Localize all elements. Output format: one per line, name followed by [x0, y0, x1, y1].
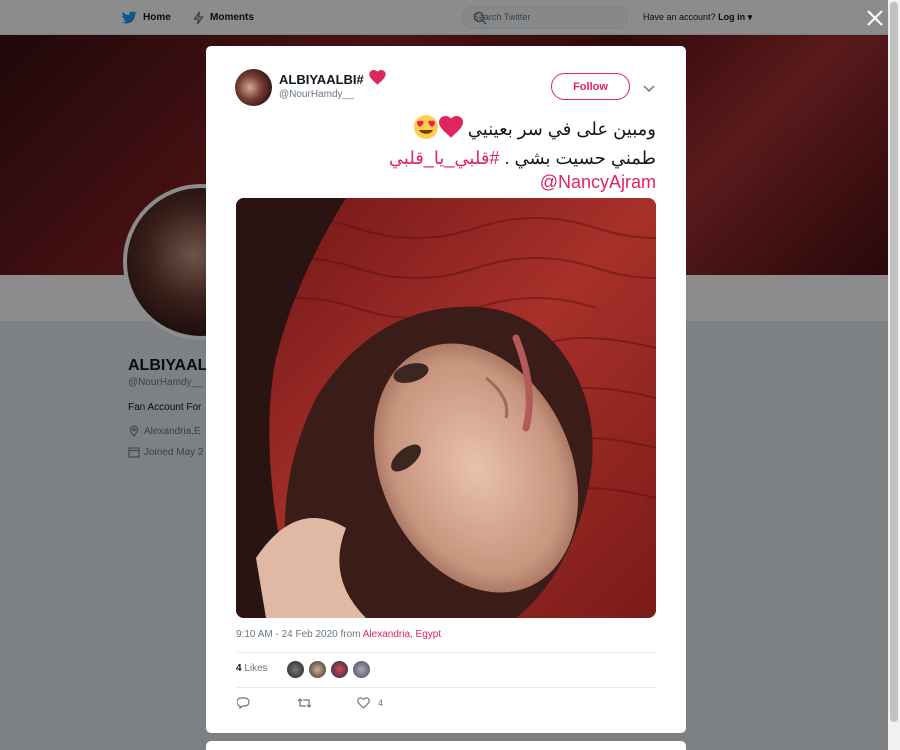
scrollbar[interactable]: [888, 0, 900, 750]
chevron-down-icon[interactable]: [643, 80, 655, 98]
heart-icon: [438, 116, 463, 144]
divider: [236, 652, 656, 653]
like-count: 4: [378, 698, 384, 708]
tweet-text-line-1: ومبين على في سر بعينيي: [236, 114, 656, 146]
reply-button[interactable]: [237, 697, 250, 709]
scrollbar-thumb[interactable]: [890, 2, 898, 722]
divider: [236, 687, 656, 688]
liker-avatar[interactable]: [286, 660, 305, 679]
retweet-button[interactable]: [297, 697, 312, 709]
tweet-text-line-3: @NancyAjram: [236, 170, 656, 194]
liker-avatar[interactable]: [352, 660, 371, 679]
follow-button[interactable]: Follow: [551, 73, 630, 100]
next-tweet-card: [206, 741, 686, 750]
tweet-location-link[interactable]: Alexandria, Egypt: [363, 629, 441, 640]
tweet-text-line-1-content: ومبين على في سر بعينيي: [467, 118, 656, 139]
liker-avatar[interactable]: [330, 660, 349, 679]
tweet-text-line-2: طمني حسيت بشي . #قلبي_يا_قلبي: [236, 146, 656, 170]
retweet-icon: [297, 698, 312, 708]
heart-icon: [369, 70, 386, 88]
liker-avatar[interactable]: [308, 660, 327, 679]
tweet-author-name[interactable]: ALBIYAALBI#: [279, 72, 364, 87]
tweet-photo[interactable]: [236, 198, 656, 618]
likes-count[interactable]: 4 Likes: [236, 663, 268, 674]
tweet-text: ومبين على في سر بعينيي طمني حسيت بشي . #…: [236, 114, 656, 194]
likers-avatars: [286, 660, 374, 679]
tweet-author-avatar[interactable]: [235, 69, 272, 106]
tweet-modal: ALBIYAALBI# @NourHamdy__ Follow ومبين عل…: [206, 46, 686, 733]
tweet-author-handle[interactable]: @NourHamdy__: [279, 89, 354, 100]
hashtag-link[interactable]: #قلبي_يا_قلبي: [389, 148, 500, 168]
tweet-text-line-2-content: طمني حسيت بشي .: [504, 148, 656, 168]
tweet-author-name-row[interactable]: ALBIYAALBI#: [279, 70, 386, 88]
heart-eyes-emoji-icon: [413, 114, 439, 146]
like-icon: [357, 697, 370, 709]
reply-icon: [237, 697, 250, 709]
close-icon[interactable]: [864, 7, 886, 29]
mention-link[interactable]: @NancyAjram: [540, 172, 656, 192]
like-button[interactable]: 4: [357, 697, 383, 709]
likes-label: Likes: [241, 663, 268, 674]
tweet-meta: 9:10 AM - 24 Feb 2020 from Alexandria, E…: [236, 629, 441, 640]
tweet-time: 9:10 AM - 24 Feb 2020 from: [236, 629, 363, 640]
